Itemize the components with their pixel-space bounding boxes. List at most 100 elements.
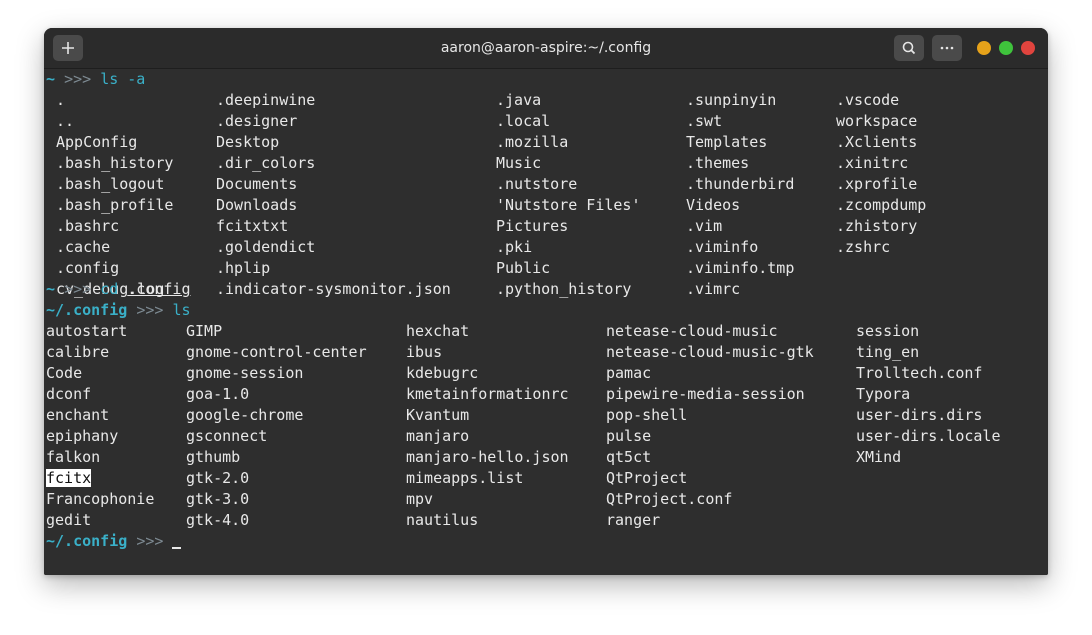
- file-entry: XMind: [856, 447, 901, 468]
- file-name: .xinitrc: [836, 154, 909, 172]
- file-entry: workspace: [836, 111, 917, 132]
- file-entry: ..: [56, 111, 74, 132]
- file-entry: .thunderbird: [686, 174, 794, 195]
- file-name: google-chrome: [186, 406, 304, 424]
- file-entry: QtProject.conf: [606, 489, 732, 510]
- file-name: .config: [56, 259, 120, 277]
- file-entry: session: [856, 321, 919, 342]
- file-entry: .swt: [686, 111, 722, 132]
- file-entry: .Xclients: [836, 132, 917, 153]
- command-text: ls -a: [100, 70, 146, 88]
- file-name: .indicator-sysmonitor.json: [216, 280, 451, 298]
- maximize-button[interactable]: [999, 41, 1013, 55]
- file-name: .vscode: [836, 91, 900, 109]
- file-name: .cache: [56, 238, 111, 256]
- file-entry: Templates: [686, 132, 767, 153]
- file-name: pipewire-media-session: [606, 385, 805, 403]
- file-entry: gsconnect: [186, 426, 267, 447]
- file-entry: .dir_colors: [216, 153, 315, 174]
- file-entry: Francophonie: [46, 489, 154, 510]
- file-entry: gnome-control-center: [186, 342, 367, 363]
- file-entry: .vim: [686, 216, 722, 237]
- more-icon: [940, 46, 954, 50]
- file-entry: enchant: [46, 405, 109, 426]
- file-entry: .xinitrc: [836, 153, 908, 174]
- file-entry: .themes: [686, 153, 749, 174]
- search-button[interactable]: [894, 35, 924, 61]
- file-name: ting_en: [856, 343, 920, 361]
- menu-button[interactable]: [932, 35, 962, 61]
- new-tab-button[interactable]: [53, 35, 83, 61]
- file-entry: ting_en: [856, 342, 919, 363]
- prompt-dir: ~: [46, 280, 56, 298]
- file-entry: Documents: [216, 174, 297, 195]
- file-entry: kmetainformationrc: [406, 384, 569, 405]
- file-entry: .viminfo.tmp: [686, 258, 794, 279]
- file-entry: epiphany: [46, 426, 118, 447]
- file-name: .vimrc: [686, 280, 741, 298]
- file-entry: .hplip: [216, 258, 270, 279]
- file-name: gtk-3.0: [186, 490, 250, 508]
- file-entry: .deepinwine: [216, 90, 315, 111]
- close-button[interactable]: [1021, 41, 1035, 55]
- file-name: GIMP: [186, 322, 223, 340]
- file-name: 'Nutstore Files': [496, 196, 641, 214]
- file-name: kdebugrc: [406, 364, 479, 382]
- file-name: Trolltech.conf: [856, 364, 983, 382]
- file-entry: netease-cloud-music: [606, 321, 778, 342]
- search-icon: [902, 41, 916, 55]
- file-entry: nautilus: [406, 510, 478, 531]
- file-entry: .goldendict: [216, 237, 315, 258]
- file-entry: .zhistory: [836, 216, 917, 237]
- file-name: Templates: [686, 133, 768, 151]
- file-entry: hexchat: [406, 321, 469, 342]
- file-entry: .: [56, 90, 65, 111]
- file-name: .: [56, 91, 66, 109]
- minimize-button[interactable]: [977, 41, 991, 55]
- file-entry: .nutstore: [496, 174, 577, 195]
- file-entry: google-chrome: [186, 405, 303, 426]
- file-entry: Typora: [856, 384, 910, 405]
- file-name: .viminfo: [686, 238, 759, 256]
- file-entry: .python_history: [496, 279, 631, 300]
- file-name: manjaro-hello.json: [406, 448, 569, 466]
- file-name: fcitxtxt: [216, 217, 289, 235]
- file-name: mimeapps.list: [406, 469, 524, 487]
- file-name: Francophonie: [46, 490, 155, 508]
- file-name: ranger: [606, 511, 661, 529]
- file-name: .bash_history: [56, 154, 174, 172]
- file-name: .bash_logout: [56, 175, 165, 193]
- file-entry: mpv: [406, 489, 433, 510]
- file-entry: AppConfig: [56, 132, 137, 153]
- file-name: autostart: [46, 322, 128, 340]
- file-entry: user-dirs.dirs: [856, 405, 982, 426]
- prompt-line-2: ~ >>> cd .config: [46, 279, 191, 300]
- file-name: gedit: [46, 511, 92, 529]
- command-text: cd: [100, 280, 119, 298]
- prompt-arrow: >>>: [64, 280, 92, 298]
- file-name: .nutstore: [496, 175, 578, 193]
- terminal-output[interactable]: ~ >>> ls -a ... AppConfig .bash_history .ba…: [44, 69, 1048, 575]
- file-name: .xprofile: [836, 175, 918, 193]
- file-entry: .indicator-sysmonitor.json: [216, 279, 451, 300]
- file-entry: user-dirs.locale: [856, 426, 1001, 447]
- file-name: Documents: [216, 175, 298, 193]
- file-name: .local: [496, 112, 551, 130]
- file-entry: dconf: [46, 384, 91, 405]
- file-name: .thunderbird: [686, 175, 795, 193]
- file-entry: .mozilla: [496, 132, 568, 153]
- file-name: falkon: [46, 448, 101, 466]
- file-entry: QtProject: [606, 468, 687, 489]
- file-entry: 'Nutstore Files': [496, 195, 641, 216]
- file-name: Kvantum: [406, 406, 470, 424]
- file-entry: Desktop: [216, 132, 279, 153]
- file-entry: Kvantum: [406, 405, 469, 426]
- file-name: calibre: [46, 343, 110, 361]
- file-name: Public: [496, 259, 551, 277]
- file-name: netease-cloud-music-gtk: [606, 343, 814, 361]
- file-name: Typora: [856, 385, 911, 403]
- file-name: .sunpinyin: [686, 91, 777, 109]
- file-entry: .bashrc: [56, 216, 119, 237]
- prompt-line-3: ~/.config >>> ls: [46, 300, 191, 321]
- file-entry: fcitx: [46, 468, 92, 489]
